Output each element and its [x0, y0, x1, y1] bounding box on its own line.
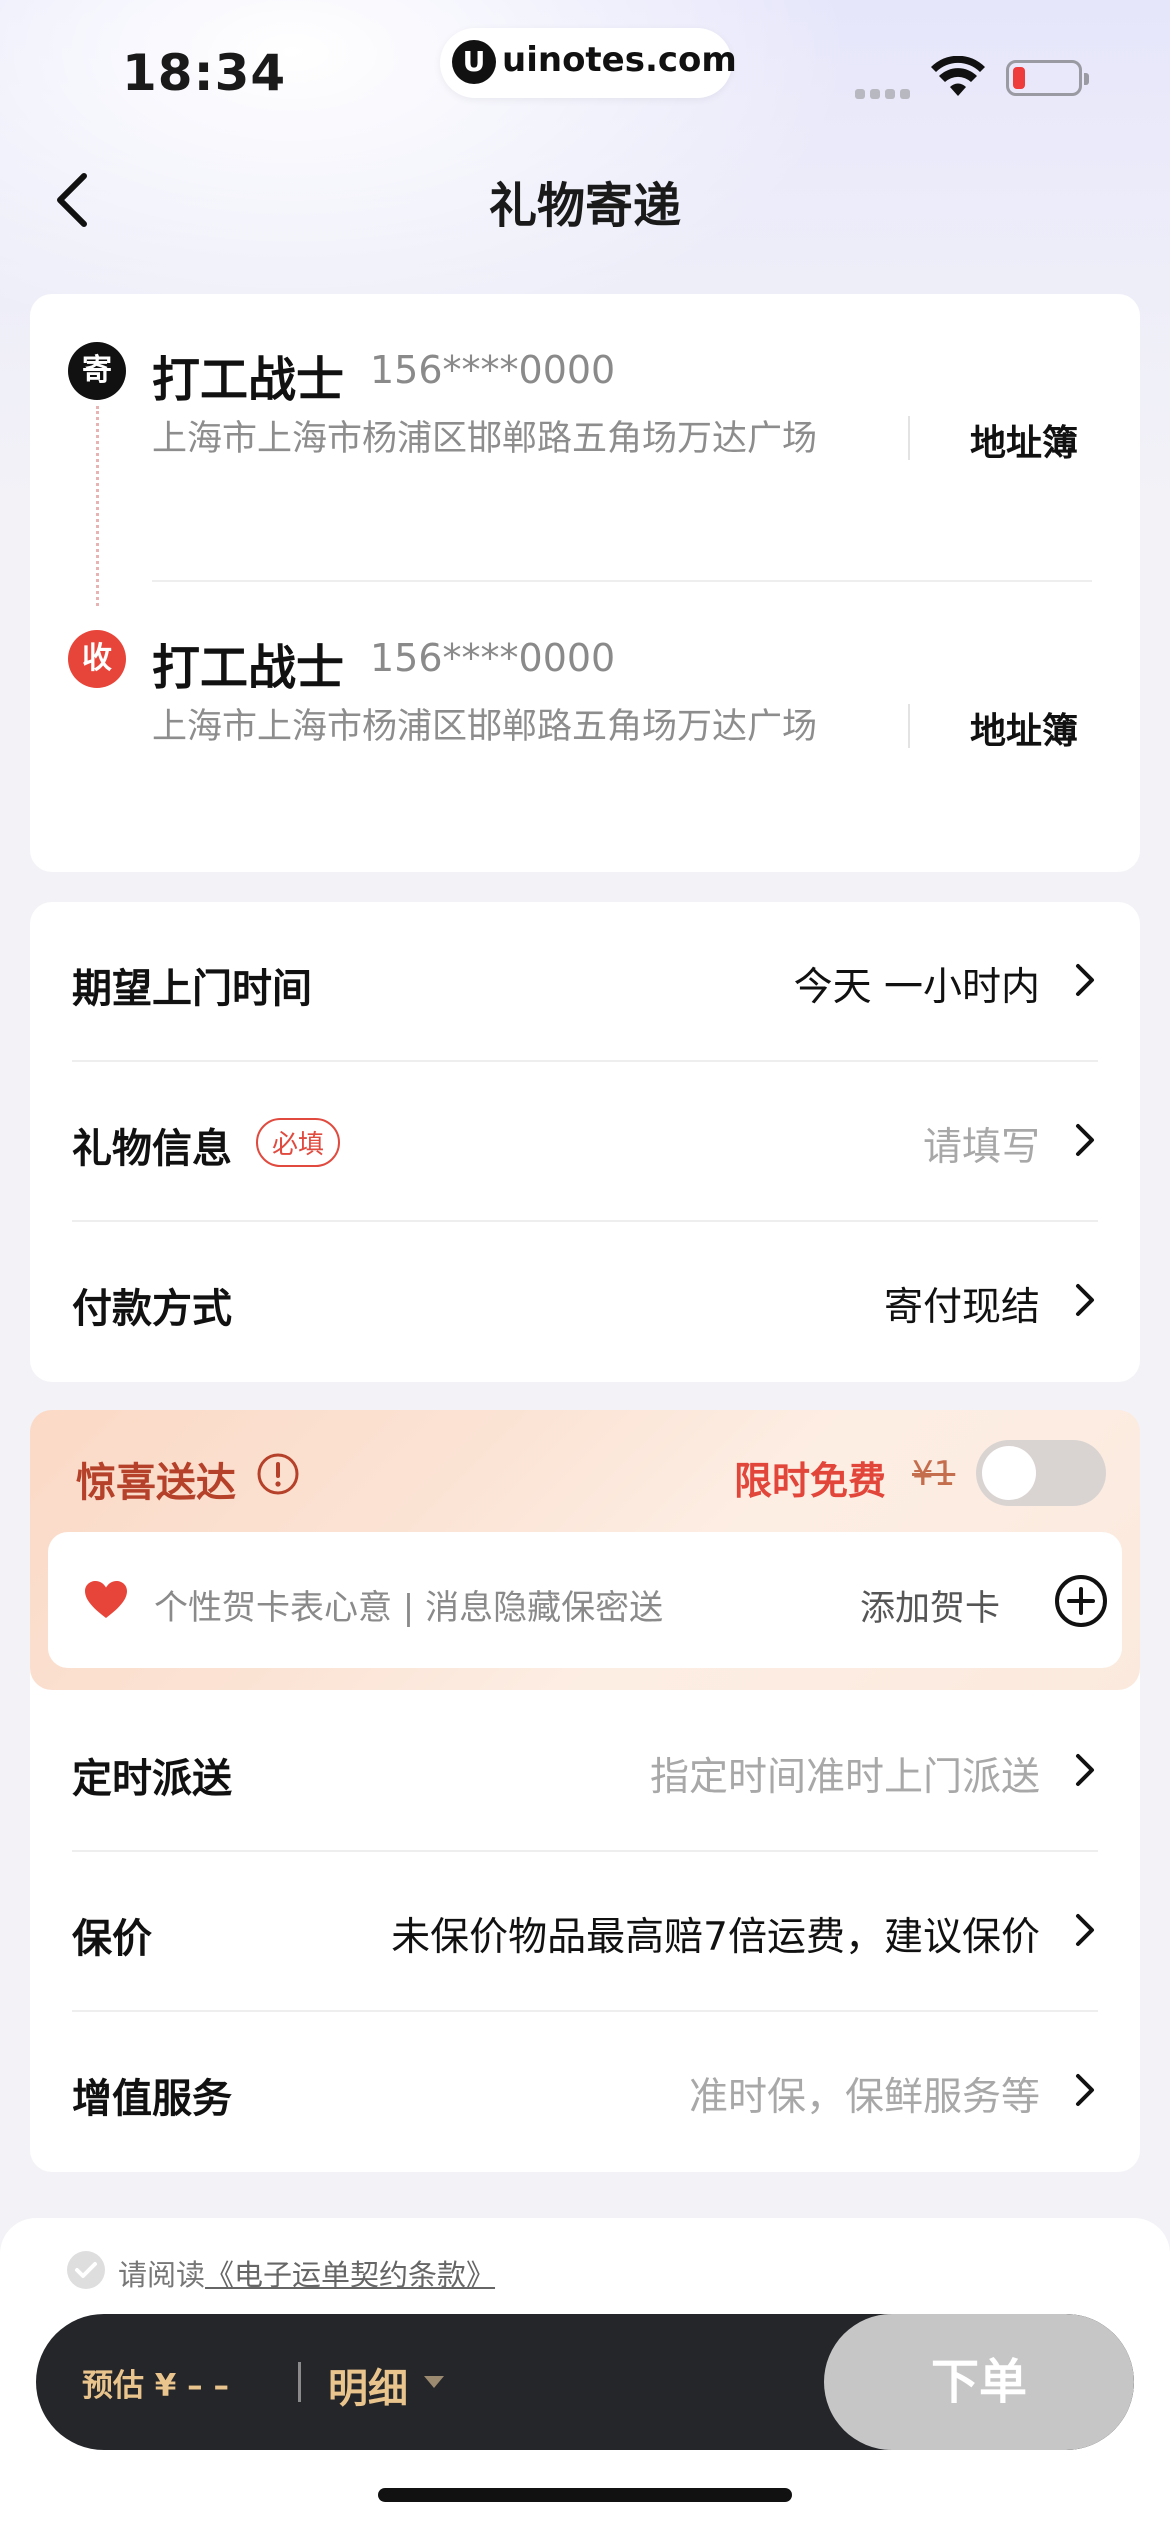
divider [152, 580, 1092, 582]
order-bar: 预估 ¥ – – 明细 下单 [36, 2314, 1134, 2450]
heart-icon [85, 1581, 127, 1618]
add-card-label: 添加贺卡 [860, 1589, 1001, 1629]
sender-phone: 156****0000 [370, 348, 616, 392]
agreement-prefix: 请阅读 [118, 2258, 206, 2292]
site-url: uinotes.com [502, 40, 737, 80]
gift-info-row[interactable]: 礼物信息 必填 请填写 [30, 1062, 1140, 1222]
chevron-right-icon [1076, 1284, 1094, 1316]
required-badge: 必填 [256, 1118, 341, 1167]
route-dotted-line [96, 406, 99, 606]
chevron-right-icon [1076, 2074, 1094, 2106]
receiver-address[interactable]: 上海市上海市杨浦区邯郸路五角场万达广场 [152, 696, 872, 758]
chevron-right-icon [1076, 1124, 1094, 1156]
add-circle-icon[interactable] [1054, 1574, 1108, 1628]
greeting-card-text: 个性贺卡表心意 | 消息隐藏保密送 [154, 1588, 664, 1628]
wifi-icon [931, 56, 985, 96]
surprise-delivery-title: 惊喜送达 [76, 1460, 236, 1506]
insurance-row[interactable]: 保价 未保价物品最高赔7倍运费，建议保价 [30, 1852, 1140, 2012]
greeting-card-panel[interactable]: 个性贺卡表心意 | 消息隐藏保密送 添加贺卡 [48, 1532, 1122, 1668]
gift-info-placeholder: 请填写 [922, 1125, 1040, 1170]
surprise-delivery-toggle[interactable] [976, 1440, 1106, 1506]
scheduled-delivery-label: 定时派送 [72, 1756, 232, 1802]
value-added-services-row[interactable]: 增值服务 准时保，保鲜服务等 [30, 2012, 1140, 2172]
original-price: ¥1 [912, 1454, 956, 1494]
address-card: 寄 打工战士 156****0000 上海市上海市杨浦区邯郸路五角场万达广场 地… [30, 294, 1140, 872]
limited-free-label: 限时免费 [734, 1459, 887, 1503]
scheduled-delivery-value: 指定时间准时上门派送 [649, 1755, 1040, 1800]
insurance-value: 未保价物品最高赔7倍运费，建议保价 [391, 1915, 1040, 1960]
value-added-services-value: 准时保，保鲜服务等 [688, 2075, 1040, 2120]
divider [908, 704, 910, 748]
services-card: 定时派送 指定时间准时上门派送 保价 未保价物品最高赔7倍运费，建议保价 增值服… [30, 1640, 1140, 2172]
page-title: 礼物寄递 [488, 178, 681, 234]
payment-method-value: 寄付现结 [883, 1285, 1040, 1330]
receiver-address-book-button[interactable]: 地址簿 [970, 702, 1078, 754]
payment-method-row[interactable]: 付款方式 寄付现结 [30, 1222, 1140, 1382]
sender-address[interactable]: 上海市上海市杨浦区邯郸路五角场万达广场 [152, 408, 872, 470]
pickup-time-row[interactable]: 期望上门时间 今天 一小时内 [30, 902, 1140, 1062]
agree-checkbox-icon[interactable] [66, 2250, 106, 2290]
site-logo-icon: U [452, 40, 496, 84]
chevron-right-icon [1076, 1914, 1094, 1946]
place-order-button[interactable]: 下单 [824, 2314, 1134, 2450]
insurance-label: 保价 [72, 1916, 152, 1962]
agreement-link[interactable]: 《电子运单契约条款》 [205, 2258, 495, 2292]
pickup-time-value: 今天 一小时内 [793, 965, 1040, 1010]
agreement-text: 请阅读《电子运单契约条款》 [118, 2252, 495, 2294]
surprise-delivery-card: 惊喜送达 限时免费 ¥1 个性贺卡表心意 | 消息隐藏保密送 添加贺卡 [30, 1410, 1140, 1690]
gift-info-label: 礼物信息 [72, 1126, 232, 1172]
battery-icon [1006, 60, 1089, 96]
chevron-right-icon [1076, 964, 1094, 996]
divider [298, 2362, 301, 2402]
sender-address-book-button[interactable]: 地址簿 [970, 414, 1078, 466]
receiver-name: 打工战士 [152, 640, 345, 696]
info-icon[interactable] [256, 1452, 300, 1496]
payment-method-label: 付款方式 [72, 1286, 232, 1332]
receiver-badge: 收 [68, 630, 126, 688]
chevron-right-icon [1076, 1754, 1094, 1786]
home-indicator [378, 2488, 792, 2502]
pickup-time-label: 期望上门时间 [72, 966, 312, 1012]
caret-down-icon[interactable] [422, 2374, 446, 2390]
scheduled-delivery-row[interactable]: 定时派送 指定时间准时上门派送 [30, 1692, 1140, 1852]
divider [908, 416, 910, 460]
status-time: 18:34 [122, 44, 287, 102]
value-added-services-label: 增值服务 [72, 2076, 232, 2122]
detail-button[interactable]: 明细 [328, 2356, 408, 2414]
estimate-price: 预估 ¥ – – [82, 2368, 229, 2404]
options-card: 期望上门时间 今天 一小时内 礼物信息 必填 请填写 付款方式 寄付现结 [30, 902, 1140, 1382]
receiver-phone: 156****0000 [370, 636, 616, 680]
cellular-signal-icon [855, 84, 915, 103]
sender-badge: 寄 [68, 342, 126, 400]
sender-name: 打工战士 [152, 352, 345, 408]
